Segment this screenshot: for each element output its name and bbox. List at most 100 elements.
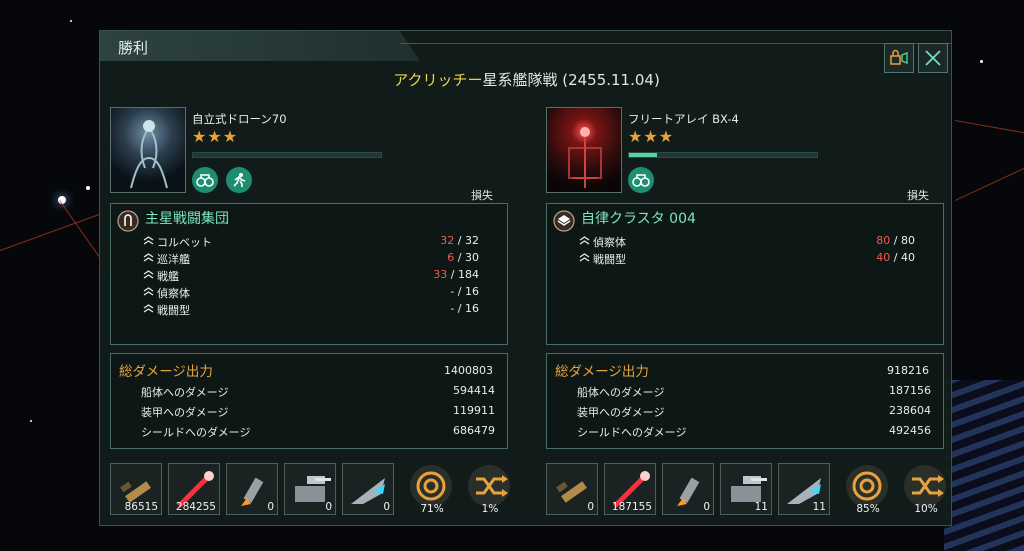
fleet-cube-icon <box>553 210 575 232</box>
damage-label: 船体へのダメージ <box>577 386 665 399</box>
health-bar <box>192 152 382 158</box>
damage-label: シールドへのダメージ <box>577 426 687 439</box>
damage-total: 918216 <box>887 364 929 377</box>
kinetic-weapon-slot[interactable]: 86515 <box>110 463 162 515</box>
ship-row: 戦闘型 - / 16 <box>143 302 503 319</box>
target-ring-icon <box>416 471 446 501</box>
target-ring-stat[interactable]: 71% <box>406 463 458 515</box>
stat-percent: 85% <box>856 503 880 515</box>
commander-portrait[interactable] <box>110 107 186 193</box>
shuffle-icon <box>912 475 944 497</box>
right-fleet-panel: フリートアレイ BX-4 ★★★ 損失 自律クラスタ 004 偵察体 80 / 8… <box>546 107 946 517</box>
ship-loss-count: 32 / 32 <box>440 234 479 247</box>
window-title: 勝利 <box>118 39 149 57</box>
ship-type-name: 偵察体 <box>593 236 626 249</box>
fleet-composition-box: 自律クラスタ 004 偵察体 80 / 80 戦闘型 40 / 40 <box>546 203 944 345</box>
commander-stars: ★★★ <box>628 127 675 146</box>
losses-label: 損失 <box>907 189 929 202</box>
rank-chevron-icon <box>579 236 590 245</box>
enemy-ships-decor <box>944 380 1024 551</box>
weapon-damage-value: 0 <box>325 501 332 513</box>
rank-chevron-icon <box>143 287 154 296</box>
damage-title: 総ダメージ出力 <box>119 364 213 380</box>
ship-loss-count: - / 16 <box>450 285 479 298</box>
strike-craft-slot[interactable]: 11 <box>720 463 772 515</box>
damage-row: 装甲へのダメージ 119911 <box>141 404 495 420</box>
runner-icon[interactable] <box>226 167 252 193</box>
stat-percent: 1% <box>481 503 499 515</box>
fleet-name: 主星戦闘集団 <box>145 211 229 227</box>
rank-chevron-icon <box>143 236 154 245</box>
damage-row: シールドへのダメージ 492456 <box>577 424 931 440</box>
damage-row: 船体へのダメージ 187156 <box>577 384 931 400</box>
damage-row: シールドへのダメージ 686479 <box>141 424 495 440</box>
damage-title: 総ダメージ出力 <box>555 364 649 380</box>
ship-type-name: 偵察体 <box>157 287 190 300</box>
left-fleet-panel: 自立式ドローン70 ★★★ 損失 主星戦闘集団 コルベット 32 / 32 巡洋艦 6… <box>110 107 510 517</box>
missile-weapon-slot[interactable]: 0 <box>662 463 714 515</box>
laser-weapon-slot[interactable]: 187155 <box>604 463 656 515</box>
ship-loss-count: 40 / 40 <box>876 251 915 264</box>
camera-icon <box>890 49 908 65</box>
commander-stars: ★★★ <box>192 127 239 146</box>
laser-weapon-slot[interactable]: 284255 <box>168 463 220 515</box>
ship-row: 偵察体 - / 16 <box>143 285 503 302</box>
rank-chevron-icon <box>579 253 590 262</box>
fleet-name: 自律クラスタ 004 <box>581 211 696 227</box>
target-ring-icon <box>852 471 882 501</box>
damage-value: 119911 <box>453 404 495 417</box>
damage-row: 船体へのダメージ 594414 <box>141 384 495 400</box>
damage-total: 1400803 <box>444 364 493 377</box>
battle-title: アクリッチー星系艦隊戦 (2455.11.04) <box>393 71 660 89</box>
fleet-shield-icon <box>117 210 139 232</box>
weapon-damage-value: 284255 <box>175 501 216 513</box>
rank-chevron-icon <box>143 253 154 262</box>
shuffle-icon <box>476 475 508 497</box>
shuffle-stat[interactable]: 10% <box>900 463 952 515</box>
damage-output-box: 総ダメージ出力 1400803 船体へのダメージ 594414 装甲へのダメージ 11… <box>110 353 508 449</box>
health-bar <box>628 152 818 158</box>
weapon-damage-value: 86515 <box>124 501 158 513</box>
fighter-slot[interactable]: 0 <box>342 463 394 515</box>
ship-type-name: 戦闘型 <box>157 304 190 317</box>
fighter-slot[interactable]: 11 <box>778 463 830 515</box>
weapon-damage-value: 0 <box>587 501 594 513</box>
missile-weapon-slot[interactable]: 0 <box>226 463 278 515</box>
shuffle-stat[interactable]: 1% <box>464 463 516 515</box>
close-icon <box>925 50 941 66</box>
damage-label: シールドへのダメージ <box>141 426 251 439</box>
ship-row: コルベット 32 / 32 <box>143 234 503 251</box>
damage-value: 238604 <box>889 404 931 417</box>
stat-percent: 71% <box>420 503 444 515</box>
ship-row: 戦闘型 40 / 40 <box>579 251 939 268</box>
ship-row: 戦艦 33 / 184 <box>143 268 503 285</box>
ship-type-name: コルベット <box>157 236 212 249</box>
stat-percent: 10% <box>914 503 938 515</box>
weapon-damage-value: 0 <box>703 501 710 513</box>
ship-row: 巡洋艦 6 / 30 <box>143 251 503 268</box>
strike-craft-slot[interactable]: 0 <box>284 463 336 515</box>
binoculars-icon[interactable] <box>628 167 654 193</box>
damage-value: 594414 <box>453 384 495 397</box>
damage-value: 187156 <box>889 384 931 397</box>
ship-row: 偵察体 80 / 80 <box>579 234 939 251</box>
rank-chevron-icon <box>143 304 154 313</box>
damage-label: 装甲へのダメージ <box>141 406 229 419</box>
weapon-damage-value: 0 <box>267 501 274 513</box>
commander-name: フリートアレイ BX-4 <box>628 112 739 126</box>
commander-portrait[interactable] <box>546 107 622 193</box>
kinetic-weapon-slot[interactable]: 0 <box>546 463 598 515</box>
damage-label: 装甲へのダメージ <box>577 406 665 419</box>
title-bar: 勝利 <box>100 31 420 61</box>
fleet-composition-box: 主星戦闘集団 コルベット 32 / 32 巡洋艦 6 / 30 戦艦 33 / 184 偵察… <box>110 203 508 345</box>
commander-name: 自立式ドローン70 <box>192 112 287 126</box>
ship-type-name: 戦闘型 <box>593 253 626 266</box>
binoculars-icon[interactable] <box>192 167 218 193</box>
target-ring-stat[interactable]: 85% <box>842 463 894 515</box>
weapon-damage-value: 0 <box>383 501 390 513</box>
damage-value: 686479 <box>453 424 495 437</box>
ship-loss-count: 80 / 80 <box>876 234 915 247</box>
ship-loss-count: 6 / 30 <box>447 251 479 264</box>
weapon-damage-value: 11 <box>754 501 768 513</box>
rank-chevron-icon <box>143 270 154 279</box>
